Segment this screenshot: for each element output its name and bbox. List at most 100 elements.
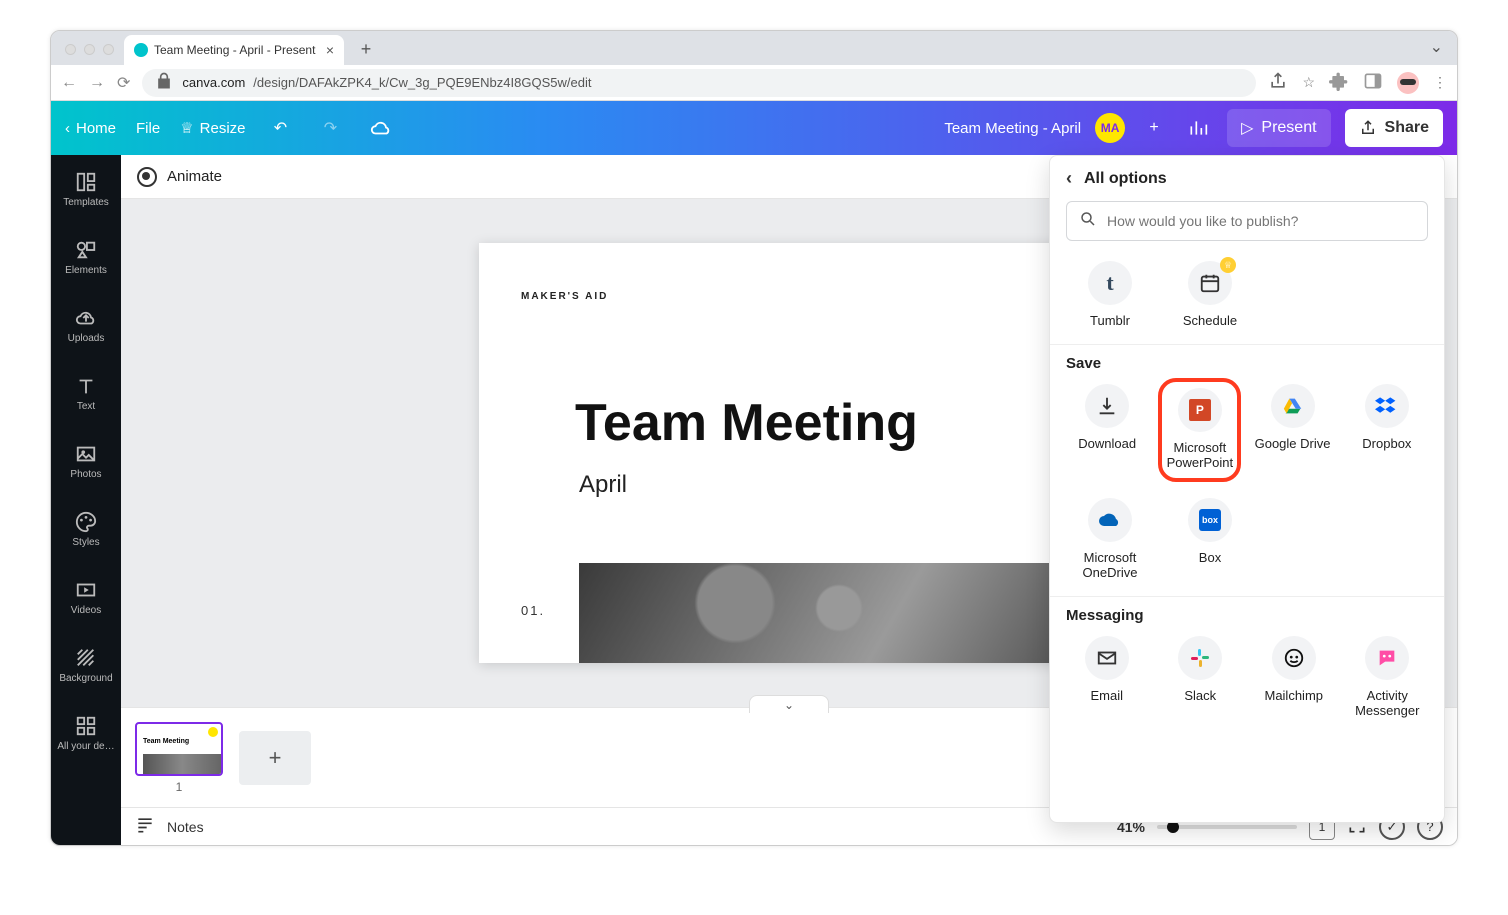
share-label: Share (1385, 119, 1429, 137)
resize-label: Resize (200, 120, 246, 137)
share-search-input[interactable] (1107, 213, 1415, 229)
slide[interactable]: MAKER'S AID Team Meeting April 01. (479, 243, 1099, 663)
traffic-light-close[interactable] (65, 44, 76, 55)
reload-icon[interactable]: ⟳ (117, 73, 130, 93)
share-onedrive-label: Microsoft OneDrive (1066, 550, 1154, 580)
powerpoint-icon: P (1178, 388, 1222, 432)
url-host: canva.com (182, 75, 245, 90)
cloud-sync-icon[interactable] (366, 113, 396, 143)
resize-button[interactable]: ♕ Resize (180, 119, 245, 137)
rail-styles[interactable]: Styles (51, 495, 121, 563)
document-title[interactable]: Team Meeting - April (944, 120, 1081, 137)
rail-text[interactable]: Text (51, 359, 121, 427)
share-option-onedrive[interactable]: Microsoft OneDrive (1066, 498, 1154, 580)
back-icon[interactable]: ‹ (1066, 168, 1072, 189)
share-activity-messenger-label: Activity Messenger (1347, 688, 1429, 718)
share-option-dropbox[interactable]: Dropbox (1346, 384, 1428, 474)
animate-button[interactable]: Animate (167, 168, 222, 185)
tab-overflow-icon[interactable]: ⌄ (1430, 37, 1443, 57)
extensions-icon[interactable] (1329, 71, 1349, 94)
lock-icon (154, 71, 174, 94)
insights-icon[interactable] (1183, 113, 1213, 143)
canva-favicon-icon (134, 43, 148, 57)
box-icon: box (1188, 498, 1232, 542)
window-controls[interactable] (65, 44, 114, 55)
share-option-slack[interactable]: Slack (1160, 636, 1242, 718)
traffic-light-minimize[interactable] (84, 44, 95, 55)
share-dropbox-label: Dropbox (1362, 436, 1411, 451)
section-save: Save (1050, 344, 1444, 376)
rail-uploads[interactable]: Uploads (51, 291, 121, 359)
notes-icon[interactable] (135, 815, 155, 838)
profile-avatar-icon[interactable] (1397, 72, 1419, 94)
zoom-slider[interactable] (1157, 825, 1297, 829)
browser-tab[interactable]: Team Meeting - April - Present × (124, 35, 344, 65)
home-button[interactable]: ‹ Home (65, 120, 116, 137)
share-option-powerpoint[interactable]: P Microsoft PowerPoint (1158, 378, 1241, 482)
file-menu[interactable]: File (136, 120, 160, 137)
slide-thumbnail-index: 1 (135, 780, 223, 794)
share-option-download[interactable]: Download (1066, 384, 1148, 474)
back-icon[interactable]: ← (61, 74, 77, 92)
share-option-google-drive[interactable]: Google Drive (1251, 384, 1333, 474)
dropbox-icon (1365, 384, 1409, 428)
rail-background[interactable]: Background (51, 631, 121, 699)
email-icon (1085, 636, 1129, 680)
share-gdrive-label: Google Drive (1255, 436, 1331, 451)
rail-elements[interactable]: Elements (51, 223, 121, 291)
share-button[interactable]: Share (1345, 109, 1443, 147)
google-drive-icon (1271, 384, 1315, 428)
share-download-label: Download (1078, 436, 1136, 451)
redo-icon[interactable]: ↷ (316, 113, 346, 143)
share-url-icon[interactable] (1268, 71, 1288, 94)
rail-uploads-label: Uploads (68, 333, 105, 344)
share-option-mailchimp[interactable]: Mailchimp (1253, 636, 1335, 718)
add-collaborator-icon[interactable]: + (1139, 113, 1169, 143)
present-button[interactable]: ▷ Present (1227, 109, 1330, 147)
share-option-activity-messenger[interactable]: Activity Messenger (1347, 636, 1429, 718)
animate-icon[interactable] (137, 167, 157, 187)
share-panel: ‹ All options t Tumblr ♕ Schedule Save (1049, 155, 1445, 823)
sidepanel-icon[interactable] (1363, 71, 1383, 94)
calendar-icon: ♕ (1188, 261, 1232, 305)
undo-icon[interactable]: ↶ (266, 113, 296, 143)
rail-photos-label: Photos (70, 469, 101, 480)
share-tumblr-label: Tumblr (1090, 313, 1130, 328)
rail-videos[interactable]: Videos (51, 563, 121, 631)
rail-all-designs[interactable]: All your de… (51, 699, 121, 767)
slide-heading: Team Meeting (575, 393, 918, 453)
notes-button[interactable]: Notes (167, 819, 204, 835)
home-label: Home (76, 120, 116, 137)
play-icon: ▷ (1241, 118, 1253, 138)
rail-all-designs-label: All your de… (57, 741, 114, 752)
share-schedule-label: Schedule (1183, 313, 1237, 328)
share-option-email[interactable]: Email (1066, 636, 1148, 718)
download-icon (1085, 384, 1129, 428)
onedrive-icon (1088, 498, 1132, 542)
slide-eyebrow: MAKER'S AID (521, 291, 608, 302)
slide-thumbnail[interactable]: Team Meeting (135, 722, 223, 776)
traffic-light-zoom[interactable] (103, 44, 114, 55)
close-tab-icon[interactable]: × (326, 42, 334, 58)
share-panel-title: All options (1084, 170, 1167, 188)
browser-address-bar: ← → ⟳ canva.com/design/DAFAkZPK4_k/Cw_3g… (51, 65, 1457, 101)
forward-icon[interactable]: → (89, 74, 105, 92)
rail-photos[interactable]: Photos (51, 427, 121, 495)
user-avatar[interactable]: MA (1095, 113, 1125, 143)
share-option-box[interactable]: box Box (1166, 498, 1254, 580)
rail-background-label: Background (59, 673, 112, 684)
search-icon (1079, 210, 1097, 233)
star-icon[interactable]: ☆ (1302, 74, 1315, 91)
add-slide-button[interactable]: + (239, 731, 311, 785)
rail-templates[interactable]: Templates (51, 155, 121, 223)
url-input[interactable]: canva.com/design/DAFAkZPK4_k/Cw_3g_PQE9E… (142, 69, 1256, 97)
url-path: /design/DAFAkZPK4_k/Cw_3g_PQE9ENbz4I8GQS… (253, 75, 591, 90)
collapse-filmstrip-icon[interactable]: ⌄ (749, 695, 829, 713)
tab-title: Team Meeting - April - Present (154, 43, 315, 57)
share-option-tumblr[interactable]: t Tumblr (1066, 261, 1154, 328)
kebab-menu-icon[interactable]: ⋮ (1433, 74, 1447, 91)
share-option-schedule[interactable]: ♕ Schedule (1166, 261, 1254, 328)
crown-icon: ♕ (180, 119, 193, 137)
share-search[interactable] (1066, 201, 1428, 241)
new-tab-button[interactable]: + (352, 35, 380, 63)
